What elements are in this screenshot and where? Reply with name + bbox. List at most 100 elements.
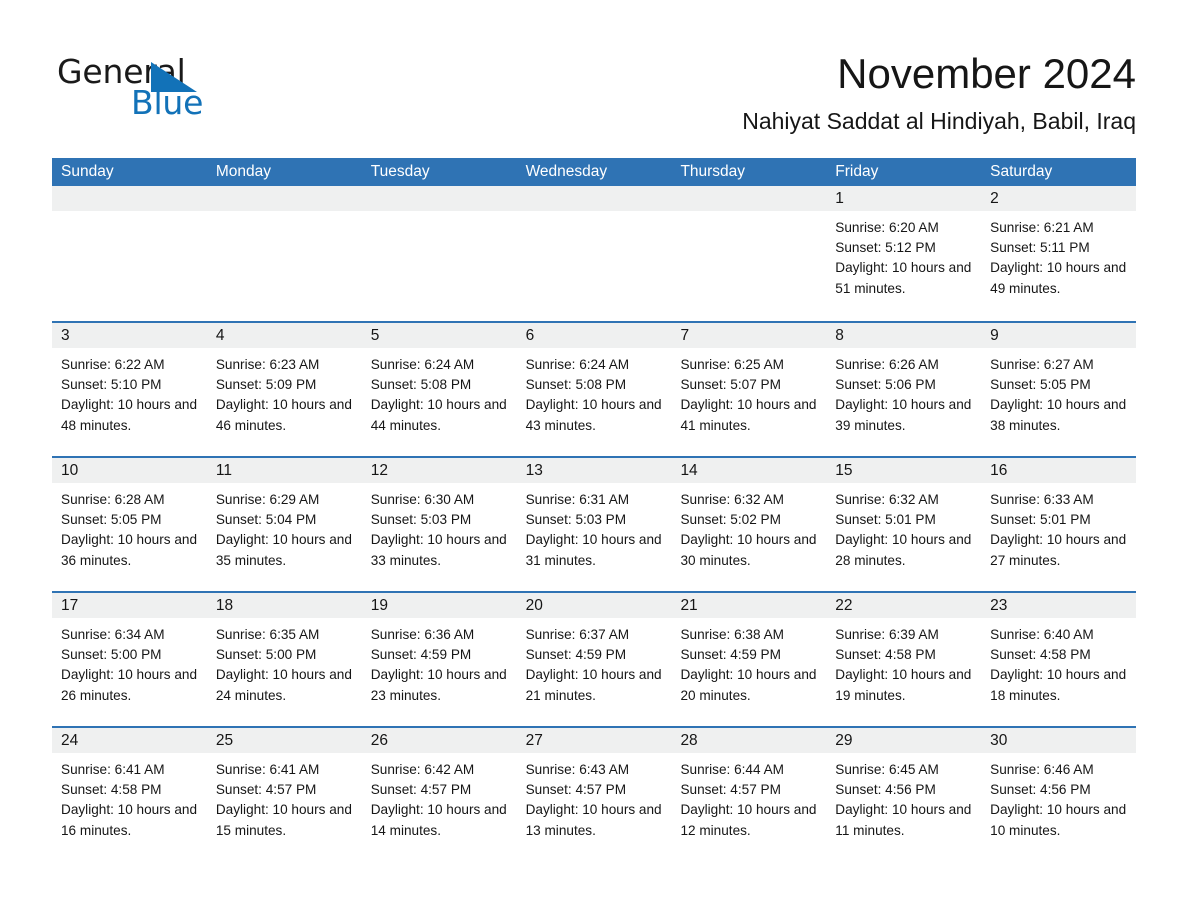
day-cell[interactable]: 7 Sunrise: 6:25 AM Sunset: 5:07 PM Daylight… <box>671 323 827 456</box>
day-number: 17 <box>61 597 79 614</box>
day-number: 19 <box>370 597 388 614</box>
day-cell[interactable]: 27 Sunrise: 6:43 AM Sunset: 4:57 PM Dayligh… <box>516 728 672 861</box>
sunrise-text: Sunrise: 6:46 AM <box>990 762 1094 777</box>
calendar-week-row: 3 Sunrise: 6:22 AM Sunset: 5:10 PM Daylight… <box>52 321 1137 456</box>
sunrise-text: Sunrise: 6:41 AM <box>215 762 320 777</box>
day-number: 29 <box>835 732 853 749</box>
sunset-text: Sunset: 5:00 PM <box>61 647 162 663</box>
logo-text-blue: Blue <box>131 83 204 122</box>
day-details: Sunrise: 6:25 AM Sunset: 5:07 PM Daylight:… <box>671 348 826 436</box>
day-number: 26 <box>370 732 388 749</box>
day-number: 3 <box>61 327 70 344</box>
day-number-band: 20 <box>516 593 672 618</box>
day-cell[interactable]: 20 Sunrise: 6:37 AM Sunset: 4:59 PM Dayligh… <box>516 593 672 726</box>
day-details: Sunrise: 6:24 AM Sunset: 5:08 PM Daylight:… <box>517 348 672 436</box>
day-number: 30 <box>990 732 1008 749</box>
day-cell[interactable]: 1 Sunrise: 6:20 AM Sunset: 5:12 PM Daylight… <box>826 186 982 321</box>
calendar-week-row: 24 Sunrise: 6:41 AM Sunset: 4:58 PM Dayligh… <box>52 726 1137 861</box>
sunset-text: Sunset: 5:10 PM <box>61 377 162 393</box>
day-cell[interactable]: 23 Sunrise: 6:40 AM Sunset: 4:58 PM Dayligh… <box>981 593 1137 726</box>
sunset-text: Sunset: 5:07 PM <box>680 377 781 393</box>
day-cell-empty <box>671 186 827 321</box>
day-cell[interactable]: 24 Sunrise: 6:41 AM Sunset: 4:58 PM Dayligh… <box>52 728 207 861</box>
day-details: Sunrise: 6:45 AM Sunset: 4:56 PM Daylight:… <box>826 753 981 841</box>
day-details: Sunrise: 6:44 AM Sunset: 4:57 PM Daylight:… <box>671 753 826 841</box>
day-cell[interactable]: 16 Sunrise: 6:33 AM Sunset: 5:01 PM Dayligh… <box>981 458 1137 591</box>
sunset-text: Sunset: 5:08 PM <box>525 377 627 393</box>
day-cell[interactable]: 28 Sunrise: 6:44 AM Sunset: 4:57 PM Dayligh… <box>671 728 827 861</box>
day-cell-empty <box>52 186 207 321</box>
sunrise-text: Sunrise: 6:27 AM <box>990 357 1094 372</box>
day-number-band: 14 <box>671 458 827 483</box>
day-number: 7 <box>680 327 690 344</box>
day-details: Sunrise: 6:38 AM Sunset: 4:59 PM Daylight:… <box>671 618 826 706</box>
day-details: Sunrise: 6:32 AM Sunset: 5:01 PM Daylight:… <box>826 483 981 571</box>
sunrise-text: Sunrise: 6:42 AM <box>370 762 475 777</box>
day-number-band <box>671 186 827 211</box>
day-number: 2 <box>990 190 999 207</box>
day-details: Sunrise: 6:28 AM Sunset: 5:05 PM Daylight:… <box>52 483 207 571</box>
sunset-text: Sunset: 5:02 PM <box>680 512 781 528</box>
day-cell[interactable]: 15 Sunrise: 6:32 AM Sunset: 5:01 PM Dayligh… <box>826 458 982 591</box>
day-number-band: 21 <box>671 593 827 618</box>
day-cell[interactable]: 14 Sunrise: 6:32 AM Sunset: 5:02 PM Dayligh… <box>671 458 827 591</box>
day-cell[interactable]: 5 Sunrise: 6:24 AM Sunset: 5:08 PM Daylight… <box>361 323 517 456</box>
sunset-text: Sunset: 5:09 PM <box>215 377 317 393</box>
day-number-band: 1 <box>826 186 982 211</box>
day-cell[interactable]: 26 Sunrise: 6:42 AM Sunset: 4:57 PM Dayligh… <box>361 728 517 861</box>
day-cell-empty <box>361 186 517 321</box>
day-cell[interactable]: 25 Sunrise: 6:41 AM Sunset: 4:57 PM Dayligh… <box>206 728 362 861</box>
sunrise-text: Sunrise: 6:22 AM <box>61 357 165 372</box>
weekday-header-tuesday: Tuesday <box>370 163 430 180</box>
day-number: 23 <box>990 597 1008 614</box>
day-details: Sunrise: 6:20 AM Sunset: 5:12 PM Daylight:… <box>826 211 981 299</box>
day-cell[interactable]: 11 Sunrise: 6:29 AM Sunset: 5:04 PM Dayligh… <box>206 458 362 591</box>
daylight-text: Daylight: 10 hours and 24 minutes. <box>215 667 352 703</box>
title-block: November 2024 Nahiyat Saddat al Hindiyah… <box>436 48 1136 136</box>
daylight-text: Daylight: 10 hours and 20 minutes. <box>680 667 817 703</box>
day-number: 9 <box>990 327 999 344</box>
day-cell[interactable]: 17 Sunrise: 6:34 AM Sunset: 5:00 PM Dayligh… <box>52 593 207 726</box>
day-cell[interactable]: 21 Sunrise: 6:38 AM Sunset: 4:59 PM Dayligh… <box>671 593 827 726</box>
sunset-text: Sunset: 4:58 PM <box>835 647 936 663</box>
day-cell[interactable]: 8 Sunrise: 6:26 AM Sunset: 5:06 PM Daylight… <box>826 323 982 456</box>
daylight-text: Daylight: 10 hours and 10 minutes. <box>990 802 1127 838</box>
day-cell[interactable]: 4 Sunrise: 6:23 AM Sunset: 5:09 PM Daylight… <box>206 323 362 456</box>
day-cell[interactable]: 13 Sunrise: 6:31 AM Sunset: 5:03 PM Dayligh… <box>516 458 672 591</box>
day-number-band: 29 <box>826 728 982 753</box>
day-cell[interactable]: 12 Sunrise: 6:30 AM Sunset: 5:03 PM Dayligh… <box>361 458 517 591</box>
day-cell[interactable]: 2 Sunrise: 6:21 AM Sunset: 5:11 PM Daylight… <box>981 186 1137 321</box>
day-number: 24 <box>61 732 79 749</box>
sunset-text: Sunset: 5:00 PM <box>215 647 317 663</box>
day-details: Sunrise: 6:27 AM Sunset: 5:05 PM Daylight:… <box>981 348 1136 436</box>
day-details: Sunrise: 6:43 AM Sunset: 4:57 PM Daylight:… <box>517 753 672 841</box>
day-details: Sunrise: 6:33 AM Sunset: 5:01 PM Daylight:… <box>981 483 1136 571</box>
day-cell[interactable]: 3 Sunrise: 6:22 AM Sunset: 5:10 PM Daylight… <box>52 323 207 456</box>
day-cell[interactable]: 18 Sunrise: 6:35 AM Sunset: 5:00 PM Dayligh… <box>206 593 362 726</box>
day-cell[interactable]: 19 Sunrise: 6:36 AM Sunset: 4:59 PM Dayligh… <box>361 593 517 726</box>
sunrise-text: Sunrise: 6:29 AM <box>215 492 320 507</box>
sunrise-text: Sunrise: 6:37 AM <box>525 627 630 642</box>
daylight-text: Daylight: 10 hours and 26 minutes. <box>61 667 198 703</box>
daylight-text: Daylight: 10 hours and 11 minutes. <box>835 802 972 838</box>
day-cell[interactable]: 30 Sunrise: 6:46 AM Sunset: 4:56 PM Dayligh… <box>981 728 1137 861</box>
daylight-text: Daylight: 10 hours and 23 minutes. <box>370 667 507 703</box>
day-details: Sunrise: 6:37 AM Sunset: 4:59 PM Daylight:… <box>517 618 672 706</box>
day-cell[interactable]: 22 Sunrise: 6:39 AM Sunset: 4:58 PM Dayligh… <box>826 593 982 726</box>
sunset-text: Sunset: 4:58 PM <box>990 647 1091 663</box>
day-number-band: 30 <box>981 728 1137 753</box>
day-cell[interactable]: 9 Sunrise: 6:27 AM Sunset: 5:05 PM Daylight… <box>981 323 1137 456</box>
day-number-band <box>361 186 517 211</box>
day-number-band: 11 <box>206 458 362 483</box>
day-cell[interactable]: 29 Sunrise: 6:45 AM Sunset: 4:56 PM Dayligh… <box>826 728 982 861</box>
day-number-band: 5 <box>361 323 517 348</box>
day-cell[interactable]: 10 Sunrise: 6:28 AM Sunset: 5:05 PM Dayligh… <box>52 458 207 591</box>
day-number-band: 25 <box>206 728 362 753</box>
day-number-band: 16 <box>981 458 1137 483</box>
daylight-text: Daylight: 10 hours and 28 minutes. <box>835 532 972 568</box>
generalblue-logo[interactable]: General Blue <box>57 53 217 125</box>
sunset-text: Sunset: 5:06 PM <box>835 377 936 393</box>
day-number: 11 <box>215 462 232 479</box>
day-number-band: 7 <box>671 323 827 348</box>
day-cell[interactable]: 6 Sunrise: 6:24 AM Sunset: 5:08 PM Daylight… <box>516 323 672 456</box>
